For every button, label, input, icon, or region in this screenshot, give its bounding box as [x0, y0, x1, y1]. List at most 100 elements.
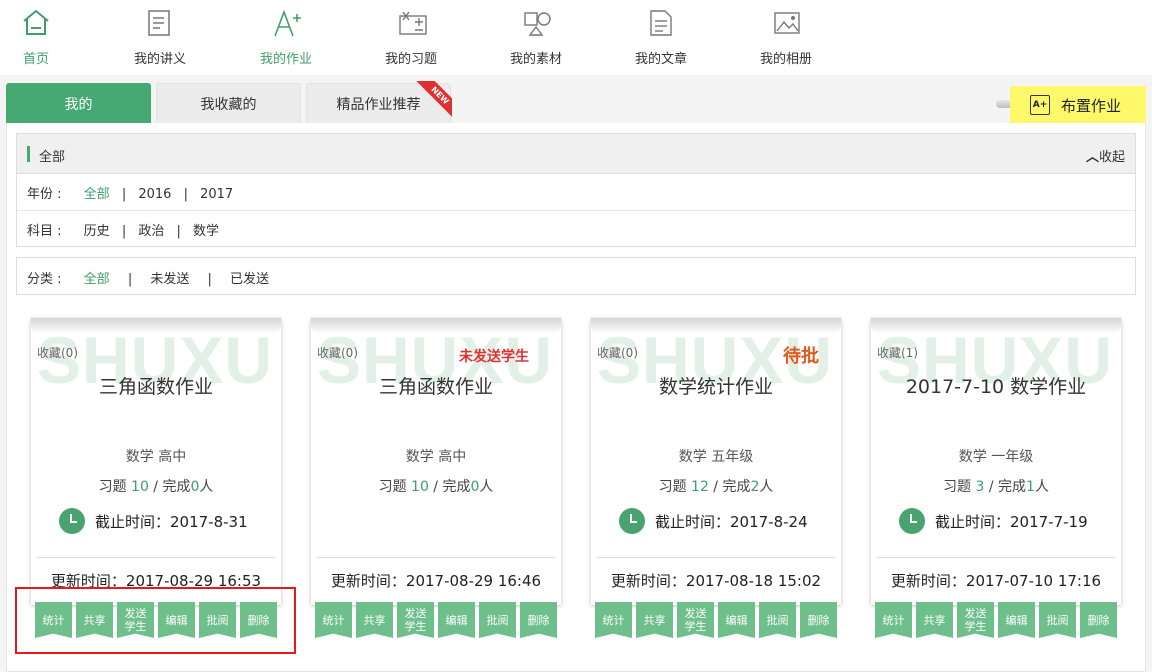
nav-item-album[interactable]: 我的相册 [746, 0, 826, 75]
lecture-icon [148, 10, 170, 36]
nav-label-article: 我的文章 [634, 52, 687, 67]
card-stats: 习题 10 / 完成0人 [311, 476, 561, 496]
stats-button[interactable]: 统计 [315, 602, 352, 638]
nav-item-article[interactable]: 我的文章 [621, 0, 701, 75]
card-divider [317, 557, 555, 558]
homework-card[interactable]: SHUXUE 收藏(0) 待批 数学统计作业 数学 五年级 习题 12 / 完成… [591, 318, 841, 638]
stats-button[interactable]: 统计 [875, 602, 912, 638]
delete-button[interactable]: 删除 [1080, 602, 1117, 638]
send-students-button[interactable]: 发送学生 [397, 602, 434, 638]
review-button[interactable]: 批阅 [1039, 602, 1076, 638]
homework-card[interactable]: SHUXUE 收藏(0) 未发送学生 三角函数作业 数学 高中 习题 10 / … [311, 318, 561, 638]
filter-panel: 全部 ︿收起 年份 : 全部 | 2016 | 2017 科目 : 历史 | 政… [16, 133, 1136, 247]
home-icon [23, 9, 49, 35]
card-actions: 统计 共享 发送学生 编辑 批阅 删除 [595, 602, 841, 638]
nav-label-material: 我的素材 [509, 52, 562, 67]
stats-label: / 完成 [984, 479, 1027, 495]
assign-homework-label: 布置作业 [1061, 96, 1122, 115]
tab-bar: 我的 我收藏的 精品作业推荐 [0, 78, 1152, 124]
separator: | [121, 187, 127, 202]
share-button[interactable]: 共享 [916, 602, 953, 638]
year-option-2017[interactable]: 2017 [200, 187, 233, 202]
subject-option-politics[interactable]: 政治 [138, 220, 164, 239]
filter-accent-bar [27, 146, 30, 162]
card-subject: 数学 高中 [405, 449, 467, 465]
tab-mine[interactable]: 我的 [6, 83, 151, 123]
category-filter-panel: 分类 : 全部 | 未发送 | 已发送 [16, 257, 1136, 295]
year-filter-row: 年份 : 全部 | 2016 | 2017 [27, 183, 233, 202]
card-divider [877, 557, 1115, 558]
nav-item-material[interactable]: 我的素材 [496, 0, 576, 75]
card-title[interactable]: 2017-7-10 数学作业 [871, 372, 1121, 399]
card-updated: 更新时间：2017-08-18 15:02 [610, 572, 822, 590]
nav-item-exercise[interactable]: 我的习题 [371, 0, 451, 75]
send-students-label: 发送学生 [964, 607, 987, 633]
nav-item-lecture[interactable]: 我的讲义 [120, 0, 200, 75]
card-subject: 数学 一年级 [958, 449, 1034, 465]
nav-item-home[interactable]: 首页 [0, 0, 76, 75]
deadline-text: 截止时间：2017-8-24 [655, 512, 808, 531]
category-filter-row: 分类 : 全部 | 未发送 | 已发送 [27, 268, 269, 287]
new-badge: NEW [416, 81, 452, 117]
edit-button[interactable]: 编辑 [438, 602, 475, 638]
review-button[interactable]: 批阅 [479, 602, 516, 638]
favorite-count[interactable]: 收藏(1) [877, 344, 918, 361]
card-updated: 更新时间：2017-08-29 16:46 [330, 572, 542, 590]
album-icon [774, 12, 800, 34]
category-option-unsent[interactable]: 未发送 [150, 268, 189, 287]
separator: | [121, 224, 127, 239]
delete-button[interactable]: 删除 [800, 602, 837, 638]
year-option-all[interactable]: 全部 [84, 183, 110, 202]
card-title[interactable]: 三角函数作业 [31, 372, 281, 399]
stats-label: 习题 [98, 479, 132, 495]
new-badge-label: NEW [416, 81, 452, 117]
deadline-text: 截止时间：2017-7-19 [935, 512, 1088, 531]
subject-filter-label: 科目 : [27, 224, 62, 239]
homework-card[interactable]: SHUXUE 收藏(0) 三角函数作业 数学 高中 习题 10 / 完成0人 截… [31, 318, 281, 638]
exercise-count: 10 [411, 479, 429, 495]
homework-card[interactable]: SHUXUE 收藏(1) 2017-7-10 数学作业 数学 一年级 习题 3 … [871, 318, 1121, 638]
send-students-label: 发送学生 [404, 607, 427, 633]
article-icon [650, 10, 672, 36]
exercise-count: 10 [131, 479, 149, 495]
add-homework-icon: A+ [1030, 95, 1050, 115]
edit-button[interactable]: 编辑 [718, 602, 755, 638]
stats-button[interactable]: 统计 [595, 602, 632, 638]
review-button[interactable]: 批阅 [759, 602, 796, 638]
favorite-count[interactable]: 收藏(0) [597, 344, 638, 361]
subject-option-math[interactable]: 数学 [193, 220, 219, 239]
material-icon [524, 12, 551, 36]
chevron-up-icon: ︿ [1085, 150, 1099, 165]
separator: | [127, 272, 133, 287]
card-title[interactable]: 数学统计作业 [591, 372, 841, 399]
subject-option-history[interactable]: 历史 [84, 220, 110, 239]
tab-favorites[interactable]: 我收藏的 [156, 83, 301, 123]
card-subject: 数学 五年级 [678, 449, 754, 465]
separator: | [176, 224, 181, 239]
card-deadline: 截止时间：2017-7-19 [899, 508, 1088, 534]
filter-all-label: 全部 [39, 150, 66, 165]
delete-button[interactable]: 删除 [520, 602, 557, 638]
year-option-2016[interactable]: 2016 [138, 187, 171, 202]
favorite-count[interactable]: 收藏(0) [37, 344, 78, 361]
send-students-button[interactable]: 发送学生 [957, 602, 994, 638]
assign-homework-button[interactable]: A+ 布置作业 [1010, 86, 1146, 124]
favorite-count[interactable]: 收藏(0) [317, 344, 358, 361]
deadline-text: 截止时间：2017-8-31 [95, 512, 248, 531]
share-button[interactable]: 共享 [356, 602, 393, 638]
edit-button[interactable]: 编辑 [998, 602, 1035, 638]
filter-header: 全部 ︿收起 [17, 134, 1135, 174]
stats-label: / 完成 [708, 479, 751, 495]
share-button[interactable]: 共享 [636, 602, 673, 638]
card-actions: 统计 共享 发送学生 编辑 批阅 删除 [875, 602, 1121, 638]
card-title[interactable]: 三角函数作业 [311, 372, 561, 399]
collapse-button[interactable]: ︿收起 [1086, 146, 1125, 165]
card-deadline: 截止时间：2017-8-31 [59, 508, 248, 534]
category-option-all[interactable]: 全部 [84, 268, 110, 287]
send-students-button[interactable]: 发送学生 [677, 602, 714, 638]
category-option-sent[interactable]: 已发送 [230, 268, 269, 287]
year-filter-label: 年份 : [27, 187, 62, 202]
nav-item-homework[interactable]: 我的作业 [246, 0, 326, 75]
unsent-stamp: 未发送学生 [459, 349, 529, 365]
pending-review-stamp: 待批 [783, 346, 819, 367]
